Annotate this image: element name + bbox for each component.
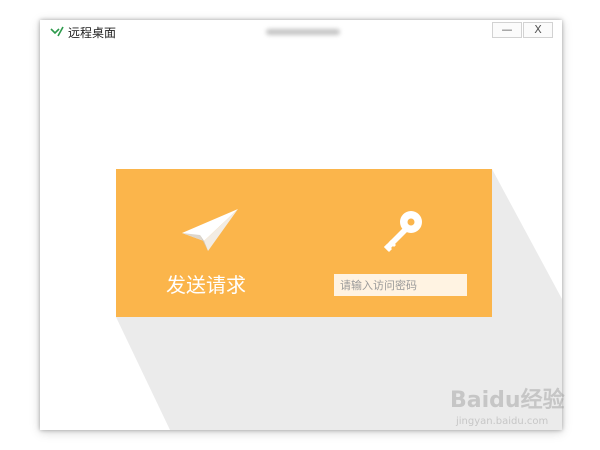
app-logo-icon: [50, 26, 64, 37]
send-request-label[interactable]: 发送请求: [166, 272, 246, 298]
minimize-button[interactable]: —: [492, 22, 522, 38]
watermark-brand: Baidu经验: [450, 388, 565, 413]
access-password-input[interactable]: [334, 274, 467, 296]
blurred-title-text: [266, 29, 340, 35]
title-bar[interactable]: 远程桌面 — X: [40, 20, 562, 46]
watermark: Baidu经验 jingyan.baidu.com: [450, 388, 580, 436]
window-title: 远程桌面: [68, 26, 117, 40]
remote-desktop-window: 远程桌面 — X 发送请求: [40, 20, 562, 430]
paper-plane-icon[interactable]: [178, 205, 240, 251]
watermark-url: jingyan.baidu.com: [456, 416, 549, 427]
close-button[interactable]: X: [523, 22, 553, 38]
key-icon: [384, 211, 422, 252]
connect-panel: 发送请求: [116, 169, 492, 317]
